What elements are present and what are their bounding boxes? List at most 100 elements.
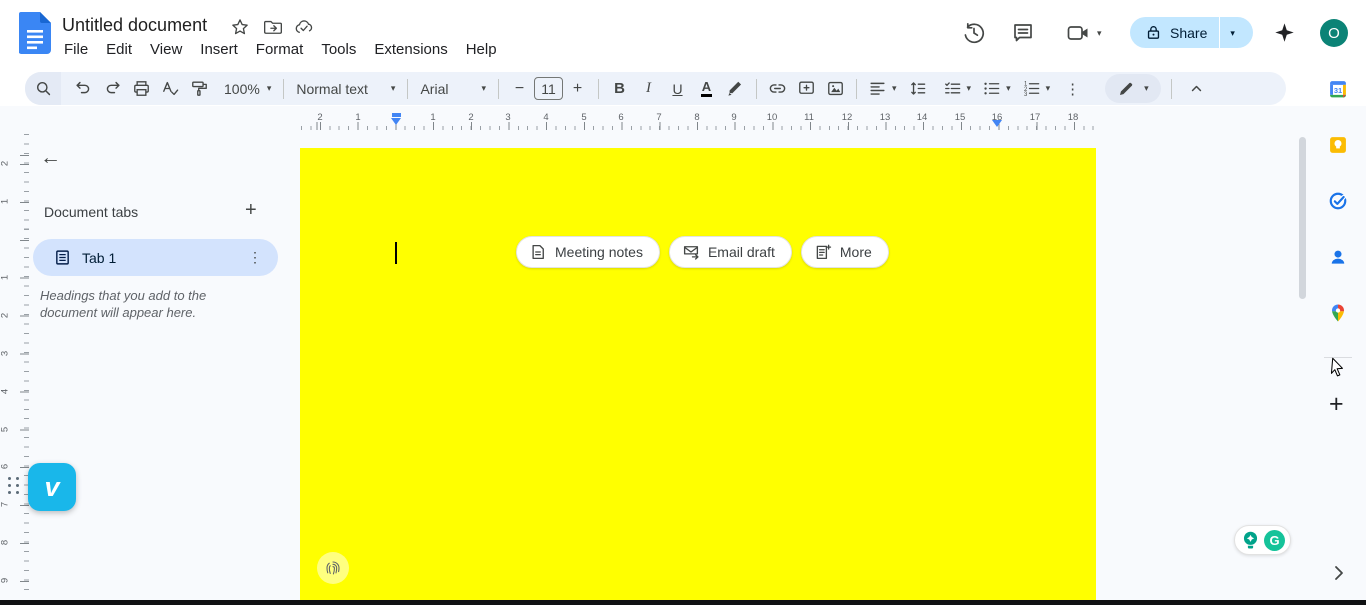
gemini-sparkle-icon[interactable] <box>1274 22 1295 43</box>
spellcheck-button[interactable] <box>156 75 185 102</box>
ruler-number: 2 <box>0 310 11 322</box>
menu-item-insert[interactable]: Insert <box>191 39 247 60</box>
note-add-icon <box>814 243 832 261</box>
mouse-pointer <box>1331 357 1349 381</box>
print-button[interactable] <box>127 75 156 102</box>
ruler-number: 3 <box>0 348 11 360</box>
more-chip[interactable]: More <box>801 236 889 268</box>
vertical-scrollbar[interactable] <box>1299 137 1306 299</box>
lock-icon <box>1145 24 1162 41</box>
fingerprint-icon <box>323 558 343 578</box>
tab-options-button[interactable]: ⋮ <box>248 249 262 266</box>
show-side-panel-button[interactable] <box>1331 563 1347 583</box>
right-indent-marker[interactable] <box>992 120 1002 127</box>
menu-item-file[interactable]: File <box>55 39 97 60</box>
menu-item-view[interactable]: View <box>141 39 191 60</box>
underline-button[interactable]: U <box>663 75 692 102</box>
account-avatar[interactable]: O <box>1320 19 1348 47</box>
paragraph-style-select[interactable]: Normal text▾ <box>290 81 401 97</box>
document-title[interactable]: Untitled document <box>62 15 207 36</box>
meeting-notes-chip[interactable]: Meeting notes <box>516 236 660 268</box>
tab-label: Tab 1 <box>82 250 248 266</box>
checklist-dropdown[interactable]: ▾ <box>967 84 972 93</box>
cloud-saved-icon[interactable] <box>294 17 314 37</box>
ruler-number: 4 <box>0 386 11 398</box>
bulleted-list-button[interactable] <box>977 75 1006 102</box>
tab-document-icon <box>54 249 71 266</box>
left-indent-marker[interactable] <box>391 118 401 125</box>
document-page[interactable] <box>300 148 1096 600</box>
menu-item-help[interactable]: Help <box>457 39 506 60</box>
fingerprint-widget[interactable] <box>317 552 349 584</box>
suggestion-bulb-icon <box>1240 530 1261 551</box>
align-button[interactable] <box>863 75 892 102</box>
share-divider <box>1219 17 1220 48</box>
tabs-panel-caption: Headings that you add to the document wi… <box>40 287 230 321</box>
star-icon[interactable] <box>230 17 250 37</box>
editing-mode-button[interactable]: ▾ <box>1105 74 1161 103</box>
document-icon <box>529 243 547 261</box>
widget-drag-handle[interactable] <box>8 477 19 494</box>
toolbar: 100%▾ Normal text▾ Arial▾ − 11 + B I U A… <box>25 72 1286 105</box>
bottom-edge-strip <box>0 600 1366 605</box>
version-history-icon[interactable] <box>962 21 986 45</box>
ruler-number: 2 <box>0 158 11 170</box>
ruler-number: 8 <box>0 537 11 549</box>
text-cursor <box>395 242 397 264</box>
font-select[interactable]: Arial▾ <box>414 81 492 97</box>
maps-icon[interactable] <box>1328 303 1348 323</box>
calendar-icon[interactable]: 31 <box>1328 79 1348 99</box>
ruler-number: 6 <box>0 461 11 473</box>
bold-button[interactable]: B <box>605 75 634 102</box>
menu-item-edit[interactable]: Edit <box>97 39 141 60</box>
chip-label: Email draft <box>708 244 775 260</box>
contacts-icon[interactable] <box>1328 247 1348 267</box>
insert-image-button[interactable] <box>821 75 850 102</box>
share-button[interactable]: Share ▾ <box>1130 17 1253 48</box>
ruler-number: 1 <box>0 272 11 284</box>
share-dropdown[interactable]: ▾ <box>1230 29 1235 38</box>
add-tab-button[interactable]: + <box>245 199 257 222</box>
tab-item-1[interactable]: Tab 1 ⋮ <box>33 239 278 276</box>
grammarly-widget[interactable]: G <box>1234 525 1291 555</box>
font-size-input[interactable]: 11 <box>534 77 563 100</box>
paint-format-button[interactable] <box>185 75 214 102</box>
comment-history-icon[interactable] <box>1011 21 1035 45</box>
move-folder-icon[interactable] <box>263 17 283 37</box>
checklist-button[interactable] <box>938 75 967 102</box>
menu-item-extensions[interactable]: Extensions <box>365 39 456 60</box>
google-docs-logo[interactable] <box>19 12 51 54</box>
numbered-list-dropdown[interactable]: ▾ <box>1046 84 1051 93</box>
menu-item-format[interactable]: Format <box>247 39 313 60</box>
hide-menus-button[interactable] <box>1182 75 1211 102</box>
text-color-button[interactable]: A <box>692 75 721 102</box>
redo-button[interactable] <box>98 75 127 102</box>
email-icon <box>682 243 700 261</box>
close-tabs-panel-button[interactable]: ← <box>40 146 61 170</box>
email-draft-chip[interactable]: Email draft <box>669 236 792 268</box>
menu-item-tools[interactable]: Tools <box>312 39 365 60</box>
increase-font-size-button[interactable]: + <box>563 75 592 102</box>
vimeo-extension-button[interactable]: v <box>28 463 76 511</box>
italic-button[interactable]: I <box>634 75 663 102</box>
zoom-select[interactable]: 100%▾ <box>218 81 277 97</box>
video-call-icon[interactable] <box>1066 21 1090 45</box>
more-options-button[interactable]: ⋮ <box>1058 75 1087 102</box>
line-spacing-button[interactable] <box>903 75 932 102</box>
ruler-number: 7 <box>0 499 11 511</box>
undo-button[interactable] <box>69 75 98 102</box>
decrease-font-size-button[interactable]: − <box>505 75 534 102</box>
tasks-icon[interactable] <box>1328 191 1348 211</box>
get-addons-button[interactable]: + <box>1329 390 1344 419</box>
video-call-dropdown[interactable]: ▾ <box>1097 29 1102 38</box>
search-menus-button[interactable] <box>25 72 61 105</box>
chip-label: More <box>840 244 872 260</box>
align-dropdown[interactable]: ▾ <box>892 84 897 93</box>
first-line-indent-marker[interactable] <box>392 113 401 117</box>
insert-link-button[interactable] <box>763 75 792 102</box>
numbered-list-button[interactable]: 123 <box>1017 75 1046 102</box>
bulleted-list-dropdown[interactable]: ▾ <box>1006 84 1011 93</box>
add-comment-button[interactable] <box>792 75 821 102</box>
highlight-color-button[interactable] <box>721 75 750 102</box>
keep-icon[interactable] <box>1328 135 1348 155</box>
